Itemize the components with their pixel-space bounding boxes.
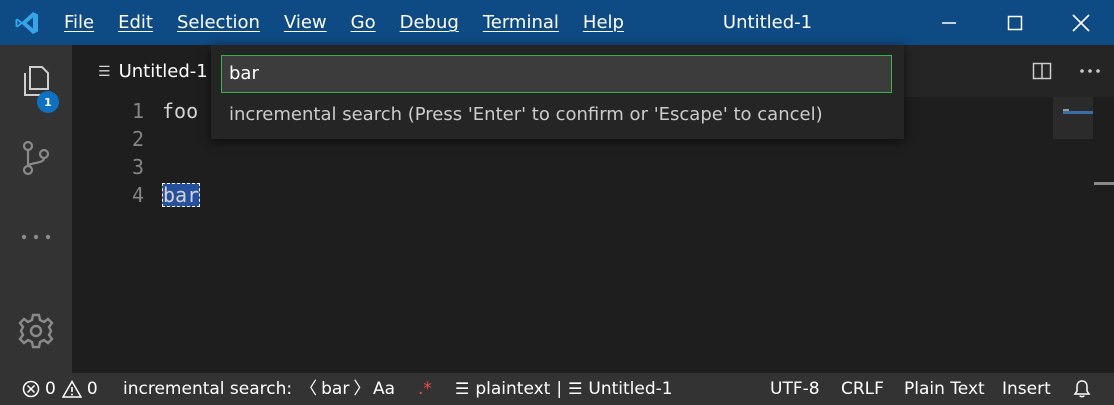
gear-icon bbox=[18, 313, 54, 349]
menu-view[interactable]: View bbox=[272, 0, 339, 45]
plaintext-label: plaintext bbox=[475, 379, 551, 399]
error-icon bbox=[22, 380, 40, 398]
close-icon bbox=[1072, 13, 1090, 32]
line-number: 4 bbox=[131, 183, 144, 207]
menu-help[interactable]: Help bbox=[571, 0, 636, 45]
menu-bar: File Edit Selection View Go Debug Termin… bbox=[54, 0, 636, 45]
line-number: 3 bbox=[131, 155, 144, 179]
quick-input-message: incremental search (Press 'Enter' to con… bbox=[229, 104, 823, 125]
text-file-icon: ☰ bbox=[98, 63, 111, 80]
window-controls bbox=[916, 0, 1114, 45]
maximize-button[interactable] bbox=[982, 0, 1048, 45]
vscode-logo-icon bbox=[0, 0, 54, 45]
list-icon: ☰ bbox=[455, 379, 470, 398]
line-number: 1 bbox=[131, 99, 144, 123]
match-case-toggle[interactable]: Aa bbox=[373, 373, 395, 405]
search-match-highlight: bar bbox=[162, 183, 201, 207]
warning-icon bbox=[61, 380, 82, 398]
tab-label: Untitled-1 bbox=[118, 61, 208, 82]
explorer-button[interactable]: 1 bbox=[0, 51, 72, 113]
menu-terminal[interactable]: Terminal bbox=[471, 0, 571, 45]
minimap[interactable] bbox=[1053, 97, 1093, 139]
search-next-button[interactable]: 〉 bbox=[353, 373, 370, 405]
menu-edit[interactable]: Edit bbox=[106, 0, 165, 45]
search-status-label: incremental search: bbox=[123, 379, 293, 399]
more-actions-button[interactable] bbox=[1066, 45, 1114, 97]
warning-count: 0 bbox=[86, 379, 98, 399]
eol-status[interactable]: CRLF bbox=[841, 373, 884, 405]
maximize-icon bbox=[1007, 15, 1023, 30]
line-number: 2 bbox=[131, 127, 144, 151]
minimize-icon bbox=[942, 21, 956, 24]
problems-status[interactable]: 0 0 bbox=[22, 373, 98, 405]
language-mode-status[interactable]: Plain Text bbox=[904, 373, 985, 405]
language-file-status[interactable]: ☰ plaintext | ☰ Untitled-1 bbox=[455, 373, 673, 405]
quick-input-widget: bar incremental search (Press 'Enter' to… bbox=[211, 45, 904, 139]
window-title: Untitled-1 bbox=[722, 12, 813, 33]
status-bar: 0 0 incremental search: 〈 bar 〉 Aa .* ☰ … bbox=[0, 373, 1114, 405]
tab-untitled-1[interactable]: ☰ Untitled-1 bbox=[72, 45, 212, 97]
source-control-button[interactable] bbox=[0, 128, 72, 188]
regex-toggle[interactable]: .* bbox=[418, 373, 432, 405]
source-control-icon bbox=[22, 140, 50, 176]
search-prev-button[interactable]: 〈 bbox=[300, 373, 317, 405]
search-term: bar bbox=[321, 379, 350, 399]
list-icon: ☰ bbox=[568, 379, 583, 398]
close-window-button[interactable] bbox=[1048, 0, 1114, 45]
bell-icon bbox=[1073, 380, 1091, 398]
incremental-search-status: incremental search: 〈 bar 〉 bbox=[123, 373, 370, 405]
manage-button[interactable] bbox=[0, 301, 72, 361]
menu-go[interactable]: Go bbox=[339, 0, 388, 45]
minimize-button[interactable] bbox=[916, 0, 982, 45]
input-mode-status[interactable]: Insert bbox=[1002, 373, 1051, 405]
activity-bar: 1 bbox=[0, 45, 72, 373]
more-views-button[interactable] bbox=[0, 207, 72, 267]
menu-selection[interactable]: Selection bbox=[165, 0, 272, 45]
quick-input-field[interactable]: bar bbox=[221, 55, 892, 93]
notifications-button[interactable] bbox=[1072, 373, 1092, 405]
encoding-status[interactable]: UTF-8 bbox=[770, 373, 820, 405]
overview-ruler-mark bbox=[1094, 182, 1114, 185]
line-text: foo bbox=[162, 99, 199, 123]
status-separator: | bbox=[556, 379, 563, 399]
line-text: bar bbox=[162, 181, 201, 209]
file-label: Untitled-1 bbox=[588, 379, 673, 399]
explorer-badge: 1 bbox=[37, 91, 59, 113]
menu-file[interactable]: File bbox=[54, 0, 106, 45]
title-bar: File Edit Selection View Go Debug Termin… bbox=[0, 0, 1114, 45]
editor-line: 4 bar bbox=[72, 181, 972, 209]
ellipsis-icon bbox=[1080, 69, 1100, 73]
split-editor-button[interactable] bbox=[1018, 45, 1066, 97]
ellipsis-icon bbox=[21, 234, 51, 240]
error-count: 0 bbox=[45, 379, 56, 399]
editor-actions bbox=[1018, 45, 1114, 97]
minimap-line bbox=[1063, 111, 1093, 114]
menu-debug[interactable]: Debug bbox=[388, 0, 471, 45]
editor-line: 3 bbox=[72, 153, 972, 181]
split-editor-icon bbox=[1032, 62, 1052, 80]
